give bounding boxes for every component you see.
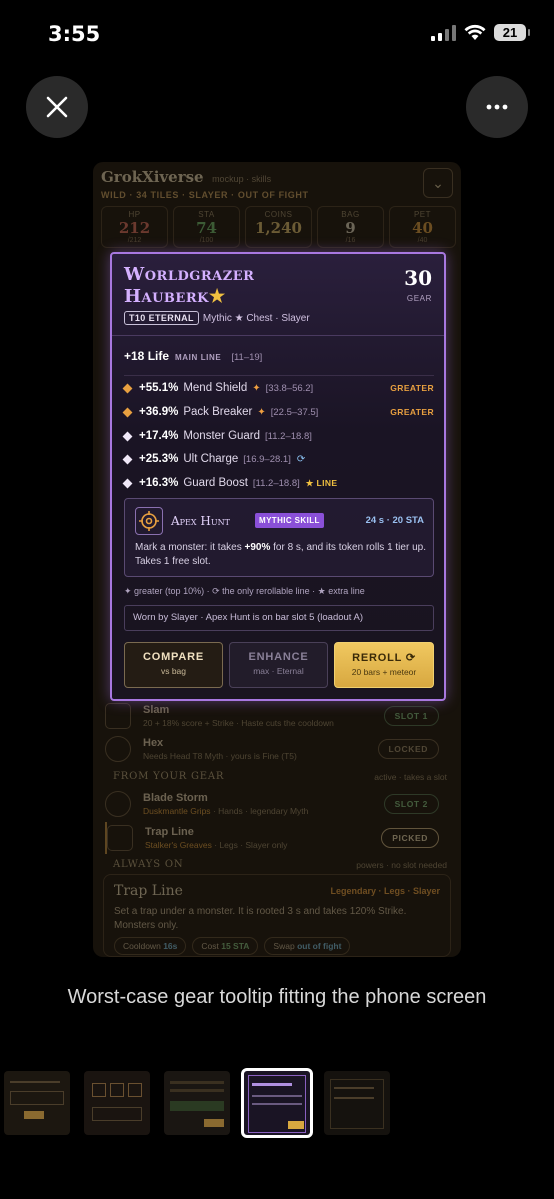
- affix-row: +17.4% Monster Guard [11.2–18.8]: [122, 426, 434, 446]
- close-button[interactable]: [26, 76, 88, 138]
- app-subtitle: mockup · skills: [212, 174, 272, 184]
- app-title: GrokXiverse: [101, 168, 204, 186]
- star-icon: ★: [208, 286, 226, 307]
- slot-badge: SLOT 2: [383, 794, 439, 814]
- hex-icon: [105, 736, 131, 762]
- section-from-gear-note: active · takes a slot: [374, 772, 447, 782]
- cost-chip: Cost 15 STA: [192, 937, 259, 955]
- more-horizontal-icon: [486, 104, 508, 110]
- mythic-skill-box: Apex Hunt MYTHIC SKILL 24 s · 20 STA Mar…: [124, 498, 434, 577]
- thumbnail-strip: [0, 1068, 554, 1138]
- enhance-button[interactable]: ENHANCE max · Eternal: [229, 642, 328, 688]
- thumbnail[interactable]: [84, 1071, 150, 1135]
- worn-by-note: Worn by Slayer · Apex Hunt is on bar slo…: [124, 605, 434, 631]
- trap-line-detail-card: Trap Line Legendary · Legs · Slayer Set …: [103, 874, 451, 957]
- item-name: Worldgrazer Hauberk★: [124, 264, 255, 307]
- greater-mark-icon: ✦: [257, 406, 266, 418]
- skill-row-trap-line: Trap Line Stalker's Greaves · Legs · Slay…: [105, 822, 449, 854]
- mythic-skill-badge: MYTHIC SKILL: [255, 513, 324, 528]
- photo-image[interactable]: GrokXiverse mockup · skills WILD · 34 TI…: [93, 162, 461, 957]
- tooltip-header: Worldgrazer Hauberk★ 30 GEAR T10 ETERNAL…: [112, 254, 444, 336]
- wifi-icon: [464, 24, 486, 40]
- greater-mark-icon: ✦: [252, 382, 261, 394]
- main-line: +18 Life MAIN LINE [11–19]: [124, 349, 263, 363]
- skill-row-slam: Slam 20 + 18% score + Strike · Haste cuts…: [105, 700, 449, 732]
- affix-row: +16.3% Guard Boost [11.2–18.8] ★ LINE: [122, 473, 434, 493]
- crosshair-icon: [135, 507, 163, 535]
- item-meta: Mythic ★ Chest · Slayer: [202, 312, 310, 324]
- thumbnail-selected[interactable]: [241, 1068, 313, 1138]
- status-time: 3:55: [48, 22, 101, 46]
- stats-row: HP 212/212 STA 74/100 COINS 1,240 BAG 9/16 P…: [101, 206, 456, 248]
- stat-pet: PET 40/40: [389, 206, 456, 248]
- affix-row: +25.3% Ult Charge [16.9–28.1] ⟳: [122, 449, 434, 469]
- skill-cost: 24 s · 20 STA: [365, 515, 424, 526]
- swap-chip: Swap out of fight: [264, 937, 351, 955]
- skill-row-blade-storm: Blade Storm Duskmantle Grips · Hands · le…: [105, 788, 449, 820]
- reroll-icon: ⟳: [296, 453, 306, 465]
- app-header: GrokXiverse mockup · skills WILD · 34 TI…: [93, 162, 461, 202]
- legend-text: ✦ greater (top 10%) · ⟳ the only rerolla…: [124, 586, 365, 596]
- diamond-icon: [122, 478, 133, 488]
- status-icons: 21: [431, 24, 530, 41]
- tier-badge: T10 ETERNAL: [124, 311, 199, 325]
- thumbnail[interactable]: [324, 1071, 390, 1135]
- status-bar: 3:55 21: [0, 0, 554, 70]
- greater-diamond-icon: [122, 407, 133, 417]
- more-button[interactable]: [466, 76, 528, 138]
- section-always-on-note: powers · no slot needed: [356, 860, 447, 870]
- affix-row: +36.9% Pack Breaker ✦ [22.5–37.5] GREATE…: [122, 402, 434, 422]
- stat-hp: HP 212/212: [101, 206, 168, 248]
- gear-tooltip: Worldgrazer Hauberk★ 30 GEAR T10 ETERNAL…: [110, 252, 446, 701]
- section-from-gear: FROM YOUR GEAR: [113, 771, 225, 782]
- cooldown-chip: Cooldown 16s: [114, 937, 187, 955]
- greater-diamond-icon: [122, 383, 133, 393]
- affix-row: +55.1% Mend Shield ✦ [33.8–56.2] GREATER: [122, 378, 434, 398]
- blade-storm-icon: [105, 791, 131, 817]
- picked-badge: PICKED: [381, 828, 439, 848]
- greater-tag: GREATER: [390, 383, 434, 393]
- compare-button[interactable]: COMPARE vs bag: [124, 642, 223, 688]
- locked-badge: LOCKED: [377, 739, 439, 759]
- stat-bag: BAG 9/16: [317, 206, 384, 248]
- app-tags: WILD · 34 TILES · SLAYER · OUT OF FIGHT: [101, 190, 309, 200]
- reroll-button[interactable]: REROLL ⟳ 20 bars + meteor: [334, 642, 434, 688]
- close-icon: [46, 96, 68, 118]
- section-always-on: ALWAYS ON: [113, 859, 184, 870]
- skill-name: Apex Hunt: [171, 514, 230, 528]
- diamond-icon: [122, 431, 133, 441]
- skill-description: Mark a monster: it takes +90% for 8 s, a…: [135, 542, 426, 567]
- greater-tag: GREATER: [390, 407, 434, 417]
- trap-line-icon: [107, 825, 133, 851]
- slot-badge: SLOT 1: [383, 706, 439, 726]
- skill-row-hex: Hex Needs Head T8 Myth · yours is Fine (T…: [105, 733, 449, 765]
- thumbnail[interactable]: [164, 1071, 230, 1135]
- stat-sta: STA 74/100: [173, 206, 240, 248]
- photo-caption: Worst-case gear tooltip fitting the phon…: [67, 986, 487, 1008]
- gear-level: 30 GEAR: [404, 266, 432, 303]
- cellular-signal-icon: [431, 24, 456, 41]
- chevron-down-icon: ⌄: [423, 168, 453, 198]
- slam-icon: [105, 703, 131, 729]
- stat-coins: COINS 1,240: [245, 206, 312, 248]
- battery-icon: 21: [494, 24, 530, 41]
- extra-line-tag: ★ LINE: [305, 477, 338, 488]
- diamond-icon: [122, 454, 133, 464]
- thumbnail[interactable]: [4, 1071, 70, 1135]
- divider: [124, 375, 434, 376]
